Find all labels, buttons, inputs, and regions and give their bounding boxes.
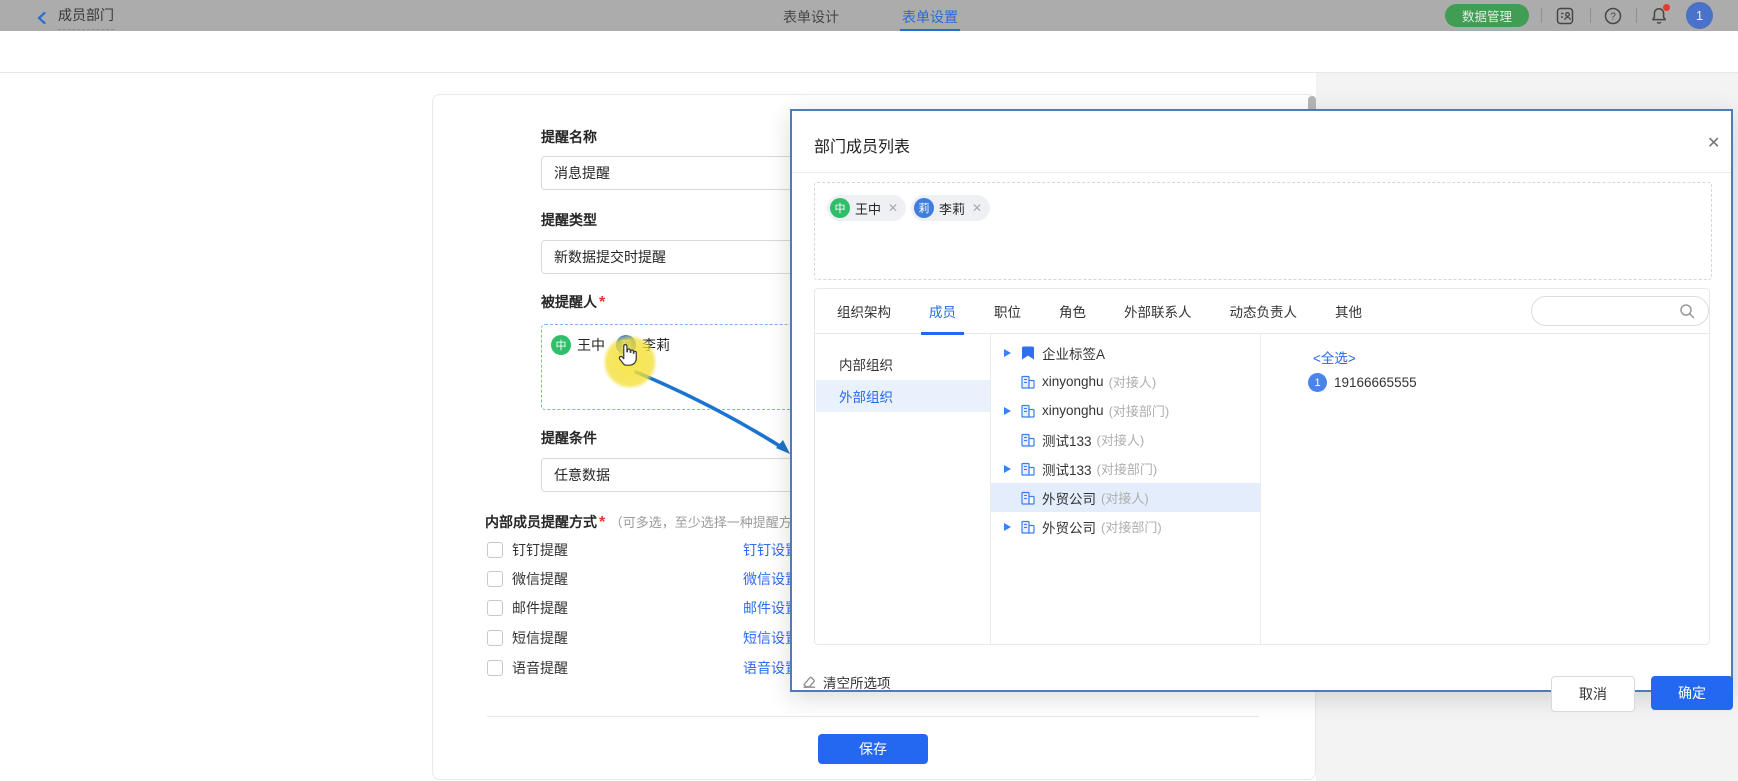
breadcrumb[interactable]: 成员部门 — [58, 5, 114, 30]
tab-dynamic-owner[interactable]: 动态负责人 — [1230, 301, 1298, 321]
data-manage-button[interactable]: 数据管理 — [1445, 4, 1529, 27]
tab-external-contacts[interactable]: 外部联系人 — [1124, 301, 1192, 321]
tree-item[interactable]: 测试133(对接部门) — [991, 454, 1260, 483]
avatar: 中 — [830, 198, 850, 218]
page-header — [0, 31, 1738, 73]
avatar: 莉 — [914, 198, 934, 218]
company-icon — [1020, 374, 1036, 390]
field-label-name: 提醒名称 — [541, 127, 597, 147]
avatar: 1 — [1308, 373, 1327, 392]
avatar: 中 — [551, 335, 571, 355]
checkbox-wechat[interactable] — [487, 571, 503, 587]
active-tab-underline — [900, 29, 960, 31]
method-row: 短信提醒 短信设置 — [487, 628, 807, 648]
field-label-recipient: 被提醒人* — [541, 292, 605, 312]
method-row: 语音提醒 语音设置 — [487, 658, 807, 678]
tab-members[interactable]: 成员 — [929, 301, 956, 321]
company-icon — [1020, 519, 1036, 535]
card-footer-divider — [487, 716, 1259, 717]
modal-close-icon[interactable]: ✕ — [1707, 133, 1720, 153]
notification-badge — [1663, 4, 1670, 11]
expand-arrow-icon[interactable] — [1004, 349, 1011, 357]
svg-text:?: ? — [1610, 11, 1616, 22]
org-type-list: 内部组织 外部组织 — [815, 334, 991, 645]
search-icon — [1679, 303, 1696, 320]
checkbox-dingtalk[interactable] — [487, 542, 503, 558]
tree-item[interactable]: 测试133(对接人) — [991, 425, 1260, 454]
tab-positions[interactable]: 职位 — [994, 301, 1021, 321]
cancel-button[interactable]: 取消 — [1551, 676, 1635, 712]
divider — [1541, 8, 1542, 23]
clear-selected-button[interactable]: 清空所选项 — [801, 672, 891, 692]
confirm-button[interactable]: 确定 — [1651, 676, 1733, 710]
divider — [1590, 8, 1591, 23]
company-icon — [1020, 490, 1036, 506]
org-tree: 企业标签A xinyonghu(对接人) xinyonghu(对接部门) 测试1… — [991, 334, 1261, 645]
checkbox-email[interactable] — [487, 600, 503, 616]
tab-org-structure[interactable]: 组织架构 — [837, 301, 891, 321]
tab-roles[interactable]: 角色 — [1059, 301, 1086, 321]
org-item-external[interactable]: 外部组织 — [816, 380, 990, 412]
save-button[interactable]: 保存 — [818, 734, 928, 764]
tree-item[interactable]: 外贸公司(对接部门) — [991, 512, 1260, 541]
member-list-item[interactable]: 1 19166665555 — [1308, 373, 1417, 392]
field-label-condition: 提醒条件 — [541, 428, 597, 448]
tree-item[interactable]: xinyonghu(对接部门) — [991, 396, 1260, 425]
expand-arrow-icon[interactable] — [1004, 465, 1011, 473]
selected-member-pill[interactable]: 中 王中 ✕ — [827, 195, 906, 221]
expand-arrow-icon[interactable] — [1004, 523, 1011, 531]
picker-panel: 组织架构 成员 职位 角色 外部联系人 动态负责人 其他 内部组织 外部组织 企… — [814, 288, 1710, 645]
methods-section-label: 内部成员提醒方式* （可多选，至少选择一种提醒方式） — [485, 512, 818, 532]
selected-member-pill[interactable]: 莉 李莉 ✕ — [911, 195, 990, 221]
modal-title: 部门成员列表 — [814, 133, 910, 157]
tab-form-settings[interactable]: 表单设置 — [902, 7, 958, 27]
divider — [792, 172, 1731, 173]
method-row: 邮件提醒 邮件设置 — [487, 598, 807, 618]
back-button[interactable]: 成员部门 — [36, 5, 114, 30]
tree-item-tag-a[interactable]: 企业标签A — [991, 338, 1260, 367]
checkbox-voice[interactable] — [487, 660, 503, 676]
remove-icon[interactable]: ✕ — [972, 201, 982, 215]
checkbox-sms[interactable] — [487, 630, 503, 646]
select-all-link[interactable]: <全选> — [1313, 347, 1356, 367]
method-row: 钉钉提醒 钉钉设置 — [487, 540, 807, 560]
member-list-panel: <全选> 1 19166665555 — [1261, 334, 1709, 645]
department-member-modal: 部门成员列表 ✕ 中 王中 ✕ 莉 李莉 ✕ 组织架构 成员 职位 角色 外部联… — [790, 109, 1733, 692]
org-item-internal[interactable]: 内部组织 — [816, 348, 990, 380]
company-icon — [1020, 461, 1036, 477]
user-avatar[interactable]: 1 — [1686, 2, 1713, 29]
top-nav-bar: 成员部门 表单设计 表单设置 数据管理 ? 1 — [0, 0, 1738, 31]
tree-item-selected[interactable]: 外贸公司(对接人) — [991, 483, 1260, 512]
field-label-type: 提醒类型 — [541, 210, 597, 230]
company-icon — [1020, 403, 1036, 419]
bookmark-icon — [1020, 345, 1036, 361]
tree-item[interactable]: xinyonghu(对接人) — [991, 367, 1260, 396]
remove-icon[interactable]: ✕ — [888, 201, 898, 215]
method-row: 微信提醒 微信设置 — [487, 569, 807, 589]
back-chevron-icon — [36, 12, 48, 24]
clear-icon — [801, 674, 817, 690]
contact-book-icon[interactable] — [1554, 5, 1575, 26]
divider — [1636, 8, 1637, 23]
selected-members-box: 中 王中 ✕ 莉 李莉 ✕ — [814, 182, 1712, 280]
hand-cursor-icon — [615, 341, 642, 368]
recipient-tag[interactable]: 中 王中 — [551, 335, 605, 355]
company-icon — [1020, 432, 1036, 448]
search-input[interactable] — [1531, 296, 1709, 326]
tab-other[interactable]: 其他 — [1335, 301, 1362, 321]
expand-arrow-icon[interactable] — [1004, 407, 1011, 415]
tab-form-design[interactable]: 表单设计 — [783, 7, 839, 27]
help-icon[interactable]: ? — [1602, 5, 1623, 26]
